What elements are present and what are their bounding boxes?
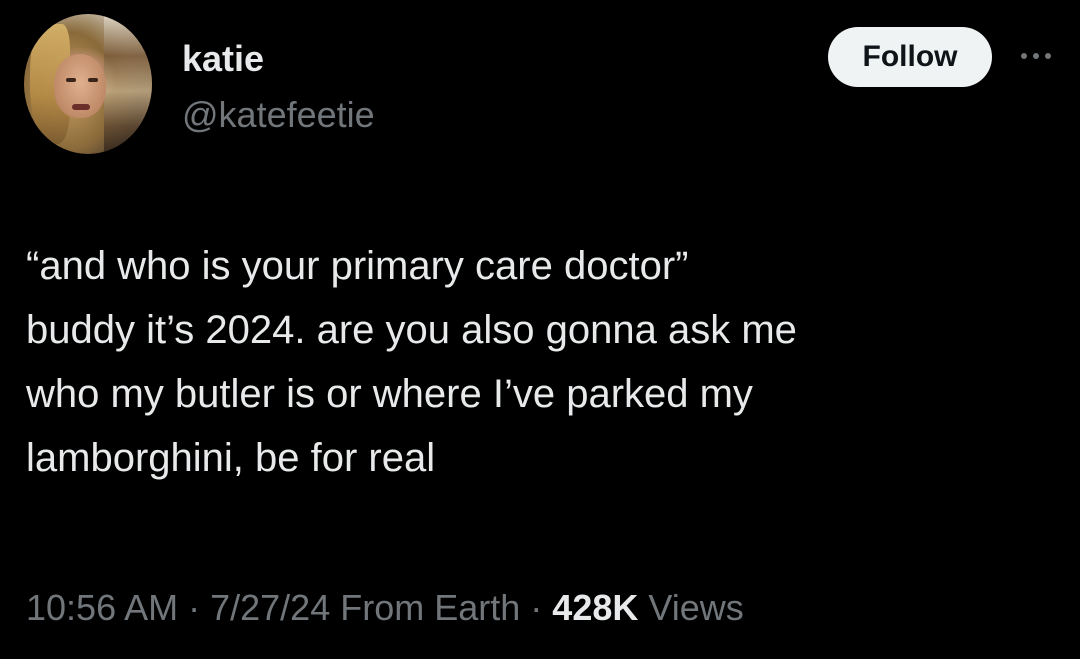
tweet-text-line: “and who is your primary care doctor” [26,244,689,288]
avatar-eye-right [88,78,98,82]
tweet-text-line: buddy it’s 2024. are you also gonna ask … [26,308,797,352]
views-count[interactable]: 428K [552,587,638,628]
meta-separator: · [520,587,553,628]
tweet-text: “and who is your primary care doctor” bu… [26,234,1066,490]
avatar-eye-left [66,78,76,82]
avatar[interactable] [24,14,152,154]
follow-button[interactable]: Follow [828,27,992,87]
avatar-mouth [72,104,90,110]
user-handle[interactable]: @katefeetie [182,94,375,136]
more-horizontal-icon[interactable] [1016,44,1056,68]
tweet-date[interactable]: 7/27/24 [210,587,330,628]
views-label: Views [648,587,744,628]
tweet-meta: 10:56 AM · 7/27/24 From Earth · 428K Vie… [26,582,744,634]
tweet-text-line: lamborghini, be for real [26,436,436,480]
avatar-background [104,14,152,154]
more-horizontal-icon-svg [1021,53,1051,59]
display-name[interactable]: katie [182,38,264,80]
meta-separator: · [178,587,211,628]
tweet-card: katie @katefeetie Follow “and who is you… [0,0,1080,659]
tweet-time[interactable]: 10:56 AM [26,587,178,628]
tweet-source: From Earth [340,587,521,628]
tweet-text-line: who my butler is or where I’ve parked my [26,372,753,416]
